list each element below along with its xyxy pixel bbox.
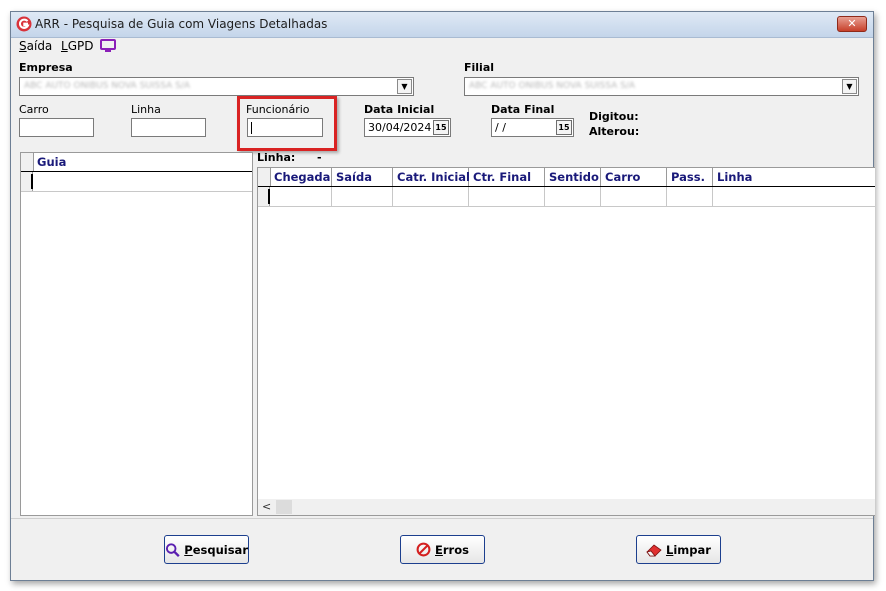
column-header-saida[interactable]: Saída xyxy=(332,168,393,186)
search-icon xyxy=(165,542,180,557)
digitou-label: Digitou: xyxy=(589,110,639,123)
limpar-button[interactable]: Limpar xyxy=(636,535,721,564)
data-inicial-label: Data Inicial xyxy=(364,103,435,116)
scroll-left-icon[interactable]: < xyxy=(262,500,271,513)
table-cell[interactable] xyxy=(270,187,332,206)
carro-input[interactable] xyxy=(19,118,94,137)
eraser-icon xyxy=(646,543,662,556)
calendar-icon[interactable]: 15 xyxy=(433,120,449,135)
column-header-sentido[interactable]: Sentido xyxy=(545,168,601,186)
pesquisar-button[interactable]: Pesquisar xyxy=(164,535,249,564)
erros-button[interactable]: Erros xyxy=(400,535,485,564)
table-row[interactable] xyxy=(21,172,252,192)
close-icon: ✕ xyxy=(847,17,857,30)
alterou-label: Alterou: xyxy=(589,125,640,138)
table-cell[interactable] xyxy=(601,187,667,206)
monitor-icon[interactable] xyxy=(100,39,116,53)
highlight-box xyxy=(237,96,337,151)
data-inicial-input[interactable]: 30/04/2024 15 xyxy=(364,118,451,137)
close-button[interactable]: ✕ xyxy=(837,16,867,32)
row-indicator xyxy=(258,187,270,206)
bottom-divider xyxy=(11,518,873,519)
app-logo-icon xyxy=(16,16,32,32)
data-final-input[interactable]: / / 15 xyxy=(491,118,574,137)
table-cell[interactable] xyxy=(332,187,393,206)
data-final-label: Data Final xyxy=(491,103,555,116)
linha-input[interactable] xyxy=(131,118,206,137)
empresa-select[interactable]: ABC AUTO ONIBUS NOVA SUISSA S/A ▼ xyxy=(19,77,414,96)
window-title: ARR - Pesquisa de Guia com Viagens Detal… xyxy=(35,17,328,31)
linha-label: Linha xyxy=(131,103,161,116)
calendar-icon[interactable]: 15 xyxy=(556,120,572,135)
empresa-label: Empresa xyxy=(19,61,73,74)
column-header-guia[interactable]: Guia xyxy=(33,153,252,171)
linha-info-value: - xyxy=(317,151,322,164)
linha-info-label: Linha: xyxy=(257,151,296,164)
menu-lgpd[interactable]: LGPD xyxy=(61,39,93,53)
guia-grid-header: Guia xyxy=(21,153,252,172)
table-cell[interactable] xyxy=(545,187,601,206)
horizontal-scrollbar[interactable]: < xyxy=(258,499,875,515)
menu-saida[interactable]: Saída xyxy=(19,39,52,53)
column-header-carro[interactable]: Carro xyxy=(601,168,667,186)
filial-select[interactable]: ABC AUTO ONIBUS NOVA SUISSA S/A ▼ xyxy=(464,77,859,96)
column-header-linha[interactable]: Linha xyxy=(713,168,876,186)
title-bar: ARR - Pesquisa de Guia com Viagens Detal… xyxy=(11,12,873,38)
erros-button-label: Erros xyxy=(435,542,469,557)
table-cell[interactable] xyxy=(393,187,469,206)
viagens-grid-header: Chegada Saída Catr. Inicial Ctr. Final S… xyxy=(258,168,875,187)
menu-bar: Saída LGPD xyxy=(11,37,873,54)
pesquisar-button-label: Pesquisar xyxy=(184,542,248,557)
column-header-chegada[interactable]: Chegada xyxy=(270,168,332,186)
chevron-down-icon[interactable]: ▼ xyxy=(397,79,412,94)
column-header-pass[interactable]: Pass. xyxy=(667,168,713,186)
table-cell[interactable] xyxy=(469,187,545,206)
chevron-down-icon[interactable]: ▼ xyxy=(842,79,857,94)
no-entry-icon xyxy=(416,542,431,557)
carro-label: Carro xyxy=(19,103,49,116)
scrollbar-thumb[interactable] xyxy=(276,500,292,514)
limpar-button-label: Limpar xyxy=(666,542,711,557)
table-row[interactable] xyxy=(258,187,875,207)
table-cell[interactable] xyxy=(667,187,713,206)
column-header-ctr-final[interactable]: Ctr. Final xyxy=(469,168,545,186)
guia-grid[interactable]: Guia xyxy=(20,152,253,516)
viagens-grid[interactable]: Chegada Saída Catr. Inicial Ctr. Final S… xyxy=(257,167,875,516)
column-header-catr-inicial[interactable]: Catr. Inicial xyxy=(393,168,470,186)
main-window: ARR - Pesquisa de Guia com Viagens Detal… xyxy=(10,11,875,581)
row-indicator xyxy=(21,172,33,191)
filial-label: Filial xyxy=(464,61,495,74)
